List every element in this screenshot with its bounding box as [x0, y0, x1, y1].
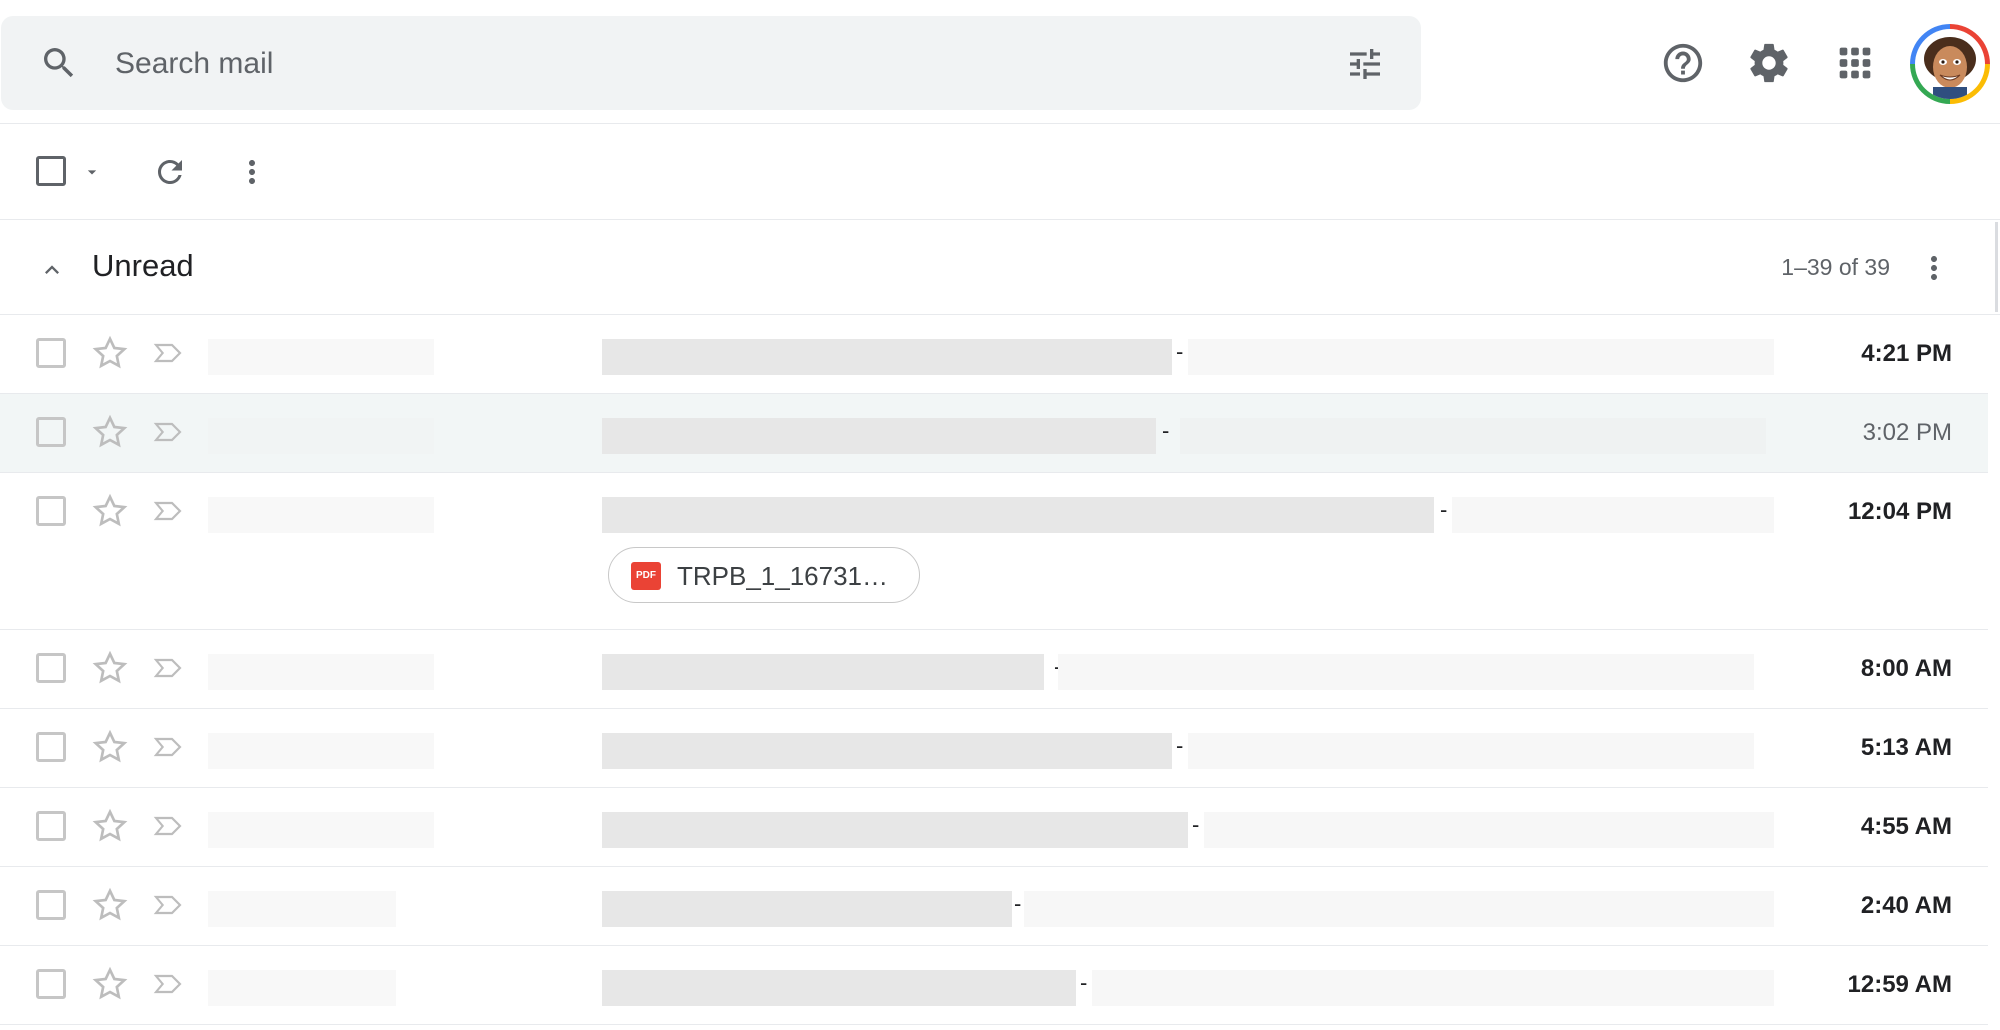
mail-row[interactable]: - 4:21 PM — [0, 315, 1988, 394]
importance-marker-icon[interactable] — [150, 810, 186, 842]
account-avatar[interactable] — [1910, 24, 1990, 104]
search-options-icon[interactable] — [1345, 44, 1385, 84]
mail-row[interactable]: - 12:59 AM — [0, 946, 1988, 1025]
row-checkbox[interactable] — [36, 811, 66, 841]
refresh-icon[interactable] — [152, 154, 188, 190]
row-checkbox[interactable] — [36, 969, 66, 999]
subject-redacted — [602, 497, 1434, 533]
mail-row[interactable]: - 3:02 PM — [0, 394, 1988, 473]
pagination-count: 1–39 of 39 — [1781, 254, 1890, 280]
sender-redacted — [208, 891, 396, 927]
separator-dash: - — [1080, 970, 1088, 995]
importance-marker-icon[interactable] — [150, 416, 186, 448]
row-checkbox[interactable] — [36, 496, 66, 526]
row-checkbox[interactable] — [36, 417, 66, 447]
row-time: 3:02 PM — [1862, 419, 1952, 446]
mail-row[interactable]: - 12:04 PM PDF TRPB_1_16731… — [0, 473, 1988, 630]
row-time: 8:00 AM — [1860, 655, 1952, 682]
section-title: Unread — [92, 248, 194, 283]
row-checkbox[interactable] — [36, 732, 66, 762]
sender-redacted — [208, 418, 434, 454]
importance-marker-icon[interactable] — [150, 889, 186, 921]
snippet-redacted — [1092, 970, 1774, 1006]
row-time: 4:55 AM — [1860, 813, 1952, 840]
select-caret-icon[interactable] — [82, 162, 102, 182]
avatar-face-icon — [1924, 37, 1976, 99]
sender-redacted — [208, 339, 434, 375]
row-checkbox[interactable] — [36, 653, 66, 683]
row-time: 4:21 PM — [1861, 340, 1952, 367]
pdf-icon: PDF — [631, 562, 661, 590]
separator-dash: - — [1176, 733, 1184, 758]
separator-dash: - — [1162, 418, 1170, 443]
section-more-icon[interactable] — [1916, 250, 1952, 286]
avatar-portrait — [1915, 29, 1985, 99]
row-time: 12:59 AM — [1847, 971, 1952, 998]
separator-dash: - — [1440, 497, 1448, 522]
search-input[interactable] — [113, 36, 1217, 92]
row-time: 2:40 AM — [1860, 892, 1952, 919]
snippet-redacted — [1188, 733, 1754, 769]
snippet-redacted — [1188, 339, 1774, 375]
star-icon[interactable] — [90, 491, 130, 531]
star-icon[interactable] — [90, 727, 130, 767]
help-icon[interactable] — [1660, 40, 1706, 86]
subject-redacted — [602, 339, 1172, 375]
subject-redacted — [602, 891, 1012, 927]
row-time: 12:04 PM — [1847, 498, 1952, 525]
sender-redacted — [208, 497, 434, 533]
apps-grid-icon[interactable] — [1832, 40, 1878, 86]
importance-marker-icon[interactable] — [150, 337, 186, 369]
attachment-chip[interactable]: PDF TRPB_1_16731… — [608, 547, 920, 603]
snippet-redacted — [1204, 812, 1774, 848]
more-vert-icon[interactable] — [234, 154, 270, 190]
subject-redacted — [602, 418, 1156, 454]
sender-redacted — [208, 733, 434, 769]
separator-dash: - — [1014, 891, 1022, 916]
separator-dash: - — [1176, 339, 1184, 364]
search-bar[interactable] — [1, 16, 1421, 110]
separator-dash: - — [1192, 812, 1200, 837]
mail-row[interactable]: - 4:55 AM — [0, 788, 1988, 867]
importance-marker-icon[interactable] — [150, 652, 186, 684]
importance-marker-icon[interactable] — [150, 731, 186, 763]
top-bar — [0, 0, 2000, 124]
importance-marker-icon[interactable] — [150, 495, 186, 527]
sender-redacted — [208, 970, 396, 1006]
mail-row[interactable]: - 8:00 AM — [0, 630, 1988, 709]
star-icon[interactable] — [90, 648, 130, 688]
scrollbar[interactable] — [1995, 222, 1998, 312]
sender-redacted — [208, 654, 434, 690]
star-icon[interactable] — [90, 806, 130, 846]
snippet-redacted — [1024, 891, 1774, 927]
select-all-checkbox[interactable] — [36, 156, 66, 186]
row-checkbox[interactable] — [36, 338, 66, 368]
subject-redacted — [602, 970, 1076, 1006]
mail-row[interactable]: - 2:40 AM — [0, 867, 1988, 946]
row-time: 5:13 AM — [1860, 734, 1952, 761]
mail-toolbar — [0, 124, 2000, 220]
importance-marker-icon[interactable] — [150, 968, 186, 1000]
collapse-chevron-icon[interactable] — [38, 256, 66, 284]
subject-redacted — [602, 654, 1044, 690]
settings-gear-icon[interactable] — [1746, 40, 1792, 86]
mail-row[interactable]: - 5:13 AM — [0, 709, 1988, 788]
unread-section-header: Unread 1–39 of 39 — [0, 220, 2000, 315]
snippet-redacted — [1058, 654, 1754, 690]
row-checkbox[interactable] — [36, 890, 66, 920]
star-icon[interactable] — [90, 333, 130, 373]
snippet-redacted — [1180, 418, 1766, 454]
snippet-redacted — [1452, 497, 1774, 533]
star-icon[interactable] — [90, 885, 130, 925]
subject-redacted — [602, 812, 1188, 848]
star-icon[interactable] — [90, 964, 130, 1004]
sender-redacted — [208, 812, 434, 848]
star-icon[interactable] — [90, 412, 130, 452]
attachment-name: TRPB_1_16731… — [677, 561, 889, 591]
search-icon[interactable] — [39, 43, 79, 83]
subject-redacted — [602, 733, 1172, 769]
